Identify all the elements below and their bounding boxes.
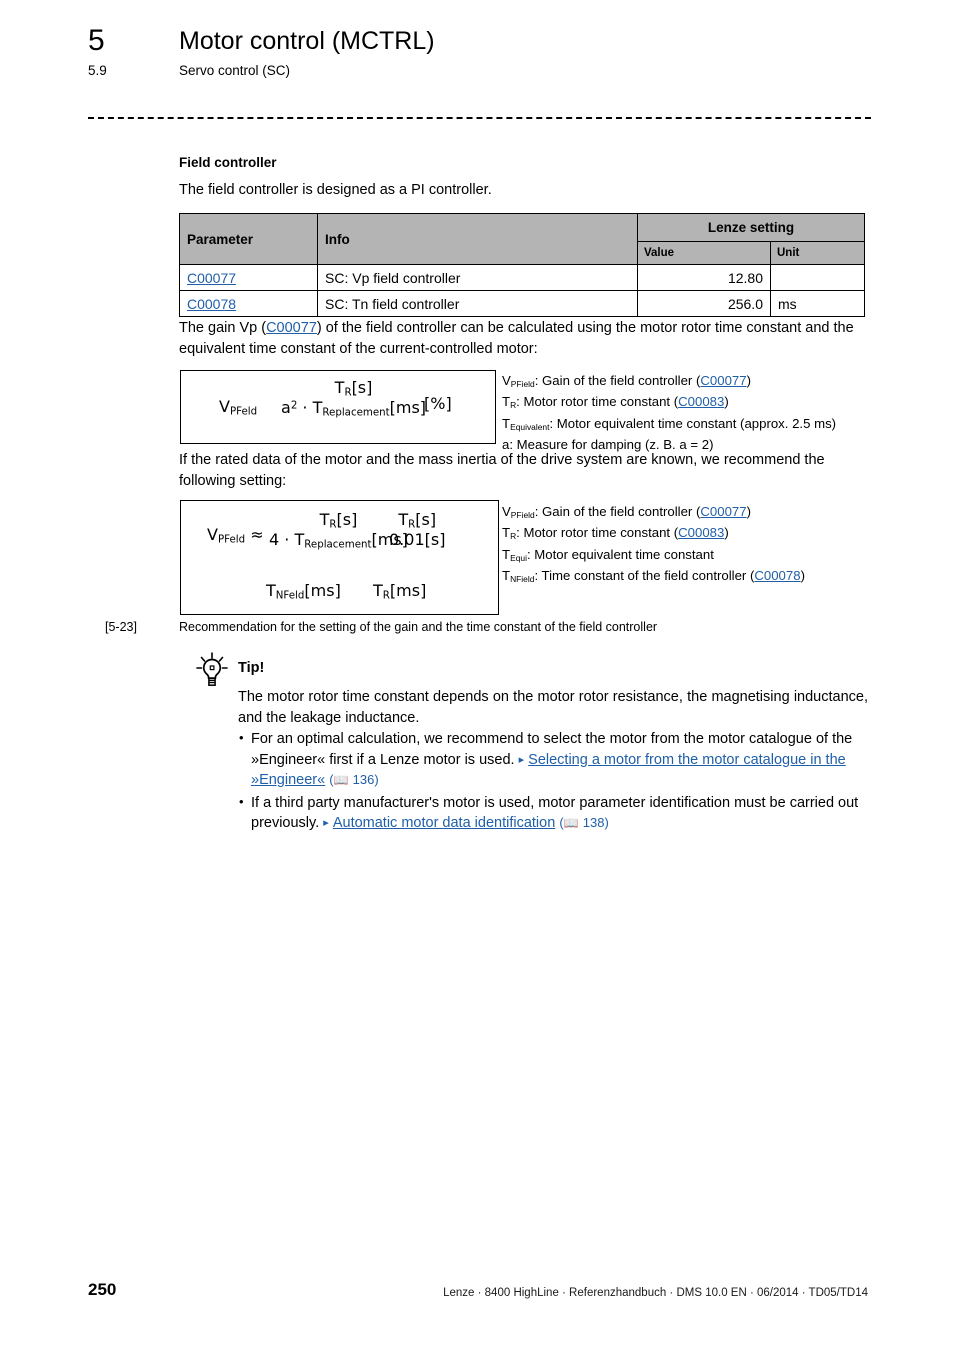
formula2-f1-denominator: 4 · TReplacement[ms] <box>269 530 408 551</box>
section-title: Servo control (SC) <box>179 63 291 78</box>
triangle-right-icon: ▸ <box>323 817 329 829</box>
formula2-fraction-2: TR[s] 0.01[s] <box>389 510 446 550</box>
legend-link-c00078[interactable]: C00078 <box>754 568 800 583</box>
parameter-link-c00078[interactable]: C00078 <box>187 296 236 312</box>
legend-row: TEquivalent: Motor equivalent time const… <box>502 415 837 432</box>
rated-data-paragraph: If the rated data of the motor and the m… <box>179 452 825 489</box>
page-reference: (📖 138) <box>559 815 609 830</box>
formula2-fraction-1: TR[s] 4 · TReplacement[ms] <box>269 510 408 551</box>
gain-paragraph-pre: The gain Vp ( <box>179 320 267 336</box>
table-cell-info: SC: Vp field controller <box>317 264 638 291</box>
header-divider <box>88 117 871 119</box>
legend-link-c00077[interactable]: C00077 <box>700 504 746 519</box>
legend-row: TR: Motor rotor time constant (C00083) <box>502 394 729 411</box>
legend-link-c00083[interactable]: C00083 <box>678 525 724 540</box>
table-cell-unit <box>769 264 866 291</box>
book-icon: 📖 <box>563 816 580 830</box>
formula1-denominator: a2 · TReplacement[ms] <box>281 398 427 419</box>
tip-bullet-list: For an optimal calculation, we recommend… <box>238 728 878 836</box>
legend-row: TNField: Time constant of the field cont… <box>502 568 805 584</box>
triangle-right-icon: ▸ <box>518 753 525 766</box>
parameter-link-c00077-inline[interactable]: C00077 <box>266 320 317 336</box>
book-icon: 📖 <box>333 773 349 787</box>
formula2-f1-numerator: TR[s] <box>319 510 358 531</box>
section-number: 5.9 <box>88 63 107 78</box>
legend-row: VPField: Gain of the field controller (C… <box>502 373 751 389</box>
figure-caption-text: Recommendation for the setting of the ga… <box>179 620 658 634</box>
page-reference: (📖 136) <box>329 772 379 787</box>
footer-info: Lenze · 8400 HighLine · Referenzhandbuch… <box>443 1287 868 1299</box>
tip-title: Tip! <box>238 660 265 676</box>
table-cell-parameter: C00077 <box>179 264 318 291</box>
legend-link-c00083[interactable]: C00083 <box>678 394 724 409</box>
table-row: C00078 SC: Tn field controller 256.0 ms <box>179 290 866 317</box>
table-header-parameter: Parameter <box>179 213 318 265</box>
page-reference-number: 136 <box>352 772 375 787</box>
formula1-percent-unit: [%] <box>424 394 452 413</box>
page-reference-number: 138 <box>582 815 605 830</box>
intro-paragraph: The field controller is designed as a PI… <box>179 182 492 198</box>
table-header-lenze-setting: Lenze setting <box>636 213 866 242</box>
formula-box-1: VPFeld TR[s] a2 · TReplacement[ms] [%] <box>180 370 496 444</box>
cross-reference-link-motor-data-identification[interactable]: Automatic motor data identification <box>333 815 555 831</box>
formula2-line2-rhs: TR[ms] <box>373 581 427 602</box>
formula1-fraction: TR[s] a2 · TReplacement[ms] <box>281 378 427 419</box>
table-header-unit: Unit <box>769 241 866 265</box>
formula1-numerator: TR[s] <box>334 378 373 399</box>
gain-paragraph: The gain Vp (C00077) of the field contro… <box>179 318 869 359</box>
table-cell-value: 12.80 <box>637 264 771 291</box>
parameter-link-c00077[interactable]: C00077 <box>187 270 236 286</box>
legend-link-c00077[interactable]: C00077 <box>700 373 746 388</box>
table-cell-unit: ms <box>769 290 866 317</box>
chapter-title: Motor control (MCTRL) <box>179 27 435 55</box>
table-header-row-main: Parameter Info Lenze setting <box>179 213 866 265</box>
table-cell-info: SC: Tn field controller <box>317 290 638 317</box>
legend-row: VPField: Gain of the field controller (C… <box>502 504 751 520</box>
footer-page-number: 250 <box>88 1280 117 1299</box>
formula2-legend: VPField: Gain of the field controller (C… <box>502 503 805 588</box>
formula2-f2-denominator: 0.01[s] <box>389 530 446 550</box>
document-page: 5 Motor control (MCTRL) 5.9 Servo contro… <box>0 0 954 1350</box>
tip-body-text: The motor rotor time constant depends on… <box>238 689 868 726</box>
legend-row: TR: Motor rotor time constant (C00083) <box>502 525 729 542</box>
formula2-f2-numerator: TR[s] <box>398 510 437 531</box>
formula2-line2-lhs: TNFeld[ms] <box>266 581 341 602</box>
lightbulb-icon <box>192 650 232 690</box>
legend-row: TEqui: Motor equivalent time constant <box>502 546 714 563</box>
chapter-number: 5 <box>88 24 105 57</box>
parameter-table: Parameter Info Lenze setting Value Unit … <box>179 213 866 317</box>
table-cell-parameter: C00078 <box>179 290 318 317</box>
table-row: C00077 SC: Vp field controller 12.80 <box>179 264 866 291</box>
formula1-legend: VPField: Gain of the field controller (C… <box>502 372 836 454</box>
list-item: If a third party manufacturer's motor is… <box>238 792 878 834</box>
list-item: For an optimal calculation, we recommend… <box>238 728 878 791</box>
figure-caption-number: [5-23] <box>105 620 137 634</box>
table-header-info: Info <box>317 213 638 265</box>
subheading-field-controller: Field controller <box>179 155 277 170</box>
formula1-lhs: VPFeld <box>219 397 258 418</box>
table-cell-value: 256.0 <box>637 290 771 317</box>
formula-box-2: VPFeld ≈ TR[s] 4 · TReplacement[ms] TR[s… <box>180 500 499 615</box>
formula2-lhs: VPFeld ≈ <box>207 525 264 546</box>
table-header-value: Value <box>637 241 771 265</box>
